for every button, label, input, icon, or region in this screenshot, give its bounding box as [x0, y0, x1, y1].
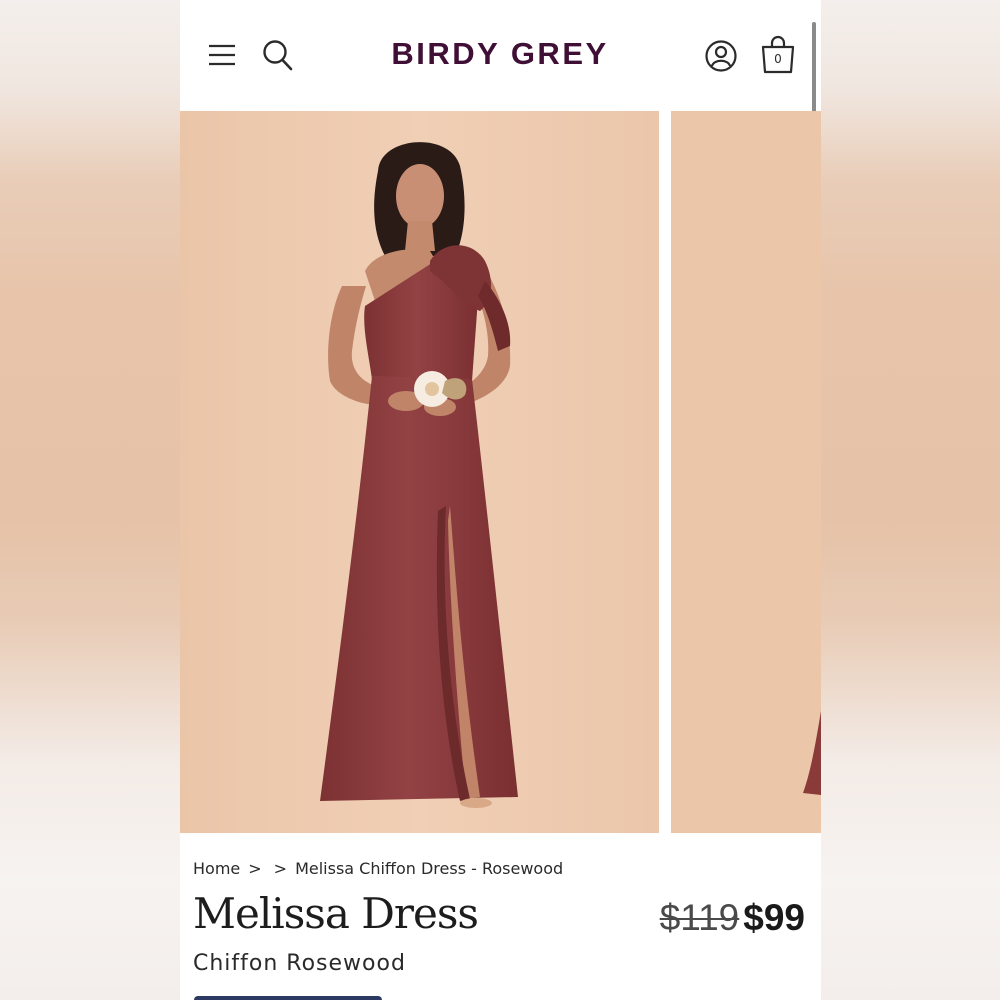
- account-icon[interactable]: [704, 39, 738, 73]
- breadcrumb-current: Melissa Chiffon Dress - Rosewood: [295, 859, 564, 878]
- original-price: $119: [659, 897, 740, 938]
- product-info: Home > > Melissa Chiffon Dress - Rosewood M…: [180, 833, 821, 1000]
- breadcrumb-home-link[interactable]: Home: [193, 859, 240, 878]
- product-title: Melissa Dress: [193, 889, 479, 938]
- price: $119 $99: [660, 897, 805, 939]
- site-header: BIRDY GREY 0: [180, 0, 821, 111]
- add-to-cart-button[interactable]: [194, 996, 382, 1000]
- shopping-bag-button[interactable]: 0: [760, 35, 796, 75]
- product-image-gallery[interactable]: [180, 111, 821, 833]
- product-image-next[interactable]: [671, 111, 821, 833]
- cart-count-badge: 0: [774, 52, 782, 66]
- sale-price: $99: [743, 897, 805, 938]
- product-image-main[interactable]: [180, 111, 659, 833]
- brand-logo[interactable]: BIRDY GREY: [340, 36, 660, 72]
- breadcrumb-separator: >: [248, 859, 262, 878]
- next-dress-image: [671, 111, 821, 833]
- mobile-page: BIRDY GREY 0 Home > > Melissa Chiffon Dr…: [180, 0, 821, 1000]
- product-variant: Chiffon Rosewood: [193, 951, 406, 976]
- breadcrumb-separator: >: [273, 859, 288, 878]
- search-icon[interactable]: [262, 38, 294, 72]
- dress-model-image: [180, 111, 659, 833]
- menu-icon[interactable]: [207, 42, 237, 68]
- breadcrumb: Home > > Melissa Chiffon Dress - Rosewood: [193, 859, 563, 878]
